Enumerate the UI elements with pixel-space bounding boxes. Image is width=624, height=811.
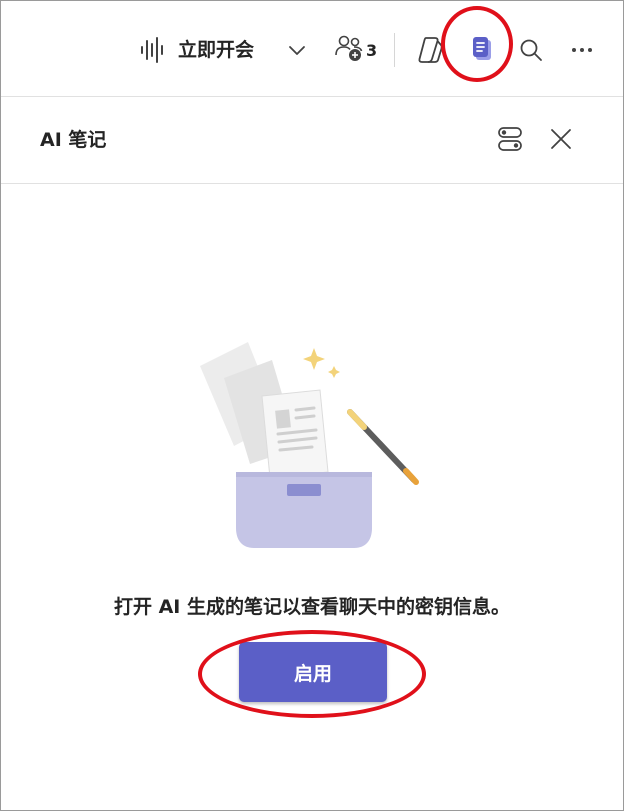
panel-header: AI 笔记: [1, 97, 623, 184]
more-options-icon[interactable]: [567, 35, 597, 65]
meet-now-button[interactable]: 立即开会: [178, 35, 254, 65]
chevron-down-icon[interactable]: [285, 38, 309, 62]
participant-count: 3: [366, 40, 378, 60]
audio-wave-icon: [137, 35, 167, 65]
meeting-toolbar: 立即开会 3: [1, 1, 623, 97]
notes-icon[interactable]: [465, 32, 499, 66]
search-icon[interactable]: [516, 35, 546, 65]
enable-button[interactable]: 启用: [239, 642, 387, 702]
copilot-icon[interactable]: [413, 33, 447, 67]
participants-button[interactable]: 3: [334, 34, 377, 66]
settings-toggle-icon[interactable]: [495, 124, 525, 154]
enable-prompt-message: 打开 AI 生成的笔记以查看聊天中的密钥信息。: [113, 596, 510, 618]
ai-notes-illustration: [188, 330, 438, 560]
close-icon[interactable]: [546, 124, 576, 154]
panel-title: AI 笔记: [40, 129, 107, 151]
toolbar-divider: [394, 33, 395, 67]
people-add-icon: [334, 33, 364, 67]
